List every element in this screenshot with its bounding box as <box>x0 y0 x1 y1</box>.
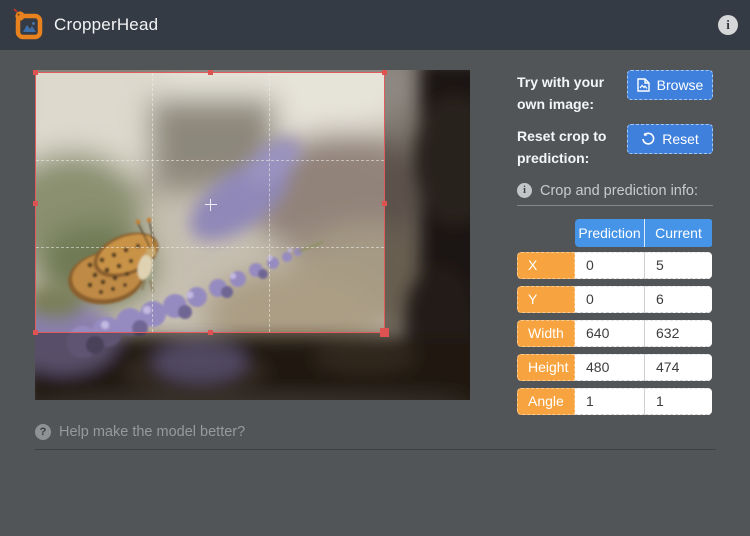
file-image-icon <box>637 78 650 92</box>
y-current-value[interactable]: 6 <box>645 286 712 313</box>
crop-handle-top-right[interactable] <box>382 70 387 75</box>
info-icon-small[interactable]: i <box>517 183 532 198</box>
info-icon[interactable]: i <box>718 15 738 35</box>
app-title: CropperHead <box>54 15 158 35</box>
cropperhead-app: CropperHead i <box>0 0 750 536</box>
angle-current-value[interactable]: 1 <box>645 388 712 415</box>
table-row-angle: Angle 1 1 <box>517 388 713 415</box>
table-row-width: Width 640 632 <box>517 320 713 347</box>
reset-label: Reset crop to prediction: <box>517 124 627 169</box>
height-prediction-value[interactable]: 480 <box>575 354 645 381</box>
row-label-width: Width <box>517 320 575 347</box>
browse-row: Try with your own image: Browse <box>517 70 713 115</box>
crop-handle-top-left[interactable] <box>33 70 38 75</box>
table-row-y: Y 0 6 <box>517 286 713 313</box>
crop-handle-bottom-left[interactable] <box>33 330 38 335</box>
help-text: Help make the model better? <box>59 424 245 440</box>
crop-handle-middle-right[interactable] <box>382 201 387 206</box>
crop-handle-middle-left[interactable] <box>33 201 38 206</box>
crop-center-cross-icon <box>205 199 217 211</box>
column-header-current: Current <box>645 219 712 247</box>
crop-handle-bottom-right[interactable] <box>380 328 389 337</box>
table-header-row: Prediction Current <box>575 219 713 247</box>
crop-info-title: Crop and prediction info: <box>540 183 698 199</box>
reset-row: Reset crop to prediction: Reset <box>517 124 713 169</box>
crop-handle-top-middle[interactable] <box>208 70 213 75</box>
reset-button-label: Reset <box>662 131 699 147</box>
table-row-x: X 0 5 <box>517 252 713 279</box>
reset-button[interactable]: Reset <box>627 124 713 154</box>
y-prediction-value[interactable]: 0 <box>575 286 645 313</box>
column-header-prediction: Prediction <box>575 219 645 247</box>
row-label-x: X <box>517 252 575 279</box>
crop-box[interactable] <box>35 72 385 333</box>
x-current-value[interactable]: 5 <box>645 252 712 279</box>
cropperhead-logo-icon <box>12 8 46 42</box>
crop-handle-bottom-middle[interactable] <box>208 330 213 335</box>
grid-line-horizontal-1 <box>36 160 384 161</box>
crop-info-section-header: i Crop and prediction info: <box>517 183 713 206</box>
table-row-height: Height 480 474 <box>517 354 713 381</box>
browse-label: Try with your own image: <box>517 70 627 115</box>
browse-button-label: Browse <box>657 77 704 93</box>
width-prediction-value[interactable]: 640 <box>575 320 645 347</box>
question-mark-icon: ? <box>35 424 51 440</box>
grid-line-vertical-1 <box>152 73 153 332</box>
width-current-value[interactable]: 632 <box>645 320 712 347</box>
control-panel: Try with your own image: Browse Reset cr… <box>517 70 713 422</box>
grid-line-horizontal-2 <box>36 247 384 248</box>
height-current-value[interactable]: 474 <box>645 354 712 381</box>
crop-info-table: Prediction Current X 0 5 Y 0 6 Width 640… <box>517 219 713 415</box>
row-label-angle: Angle <box>517 388 575 415</box>
angle-prediction-value[interactable]: 1 <box>575 388 645 415</box>
row-label-y: Y <box>517 286 575 313</box>
row-label-height: Height <box>517 354 575 381</box>
x-prediction-value[interactable]: 0 <box>575 252 645 279</box>
image-crop-stage[interactable] <box>35 70 470 400</box>
help-accordion-toggle[interactable]: ? Help make the model better? <box>35 424 716 450</box>
reset-counterclockwise-icon <box>641 132 655 146</box>
app-header: CropperHead i <box>0 0 750 50</box>
grid-line-vertical-2 <box>269 73 270 332</box>
browse-button[interactable]: Browse <box>627 70 713 100</box>
